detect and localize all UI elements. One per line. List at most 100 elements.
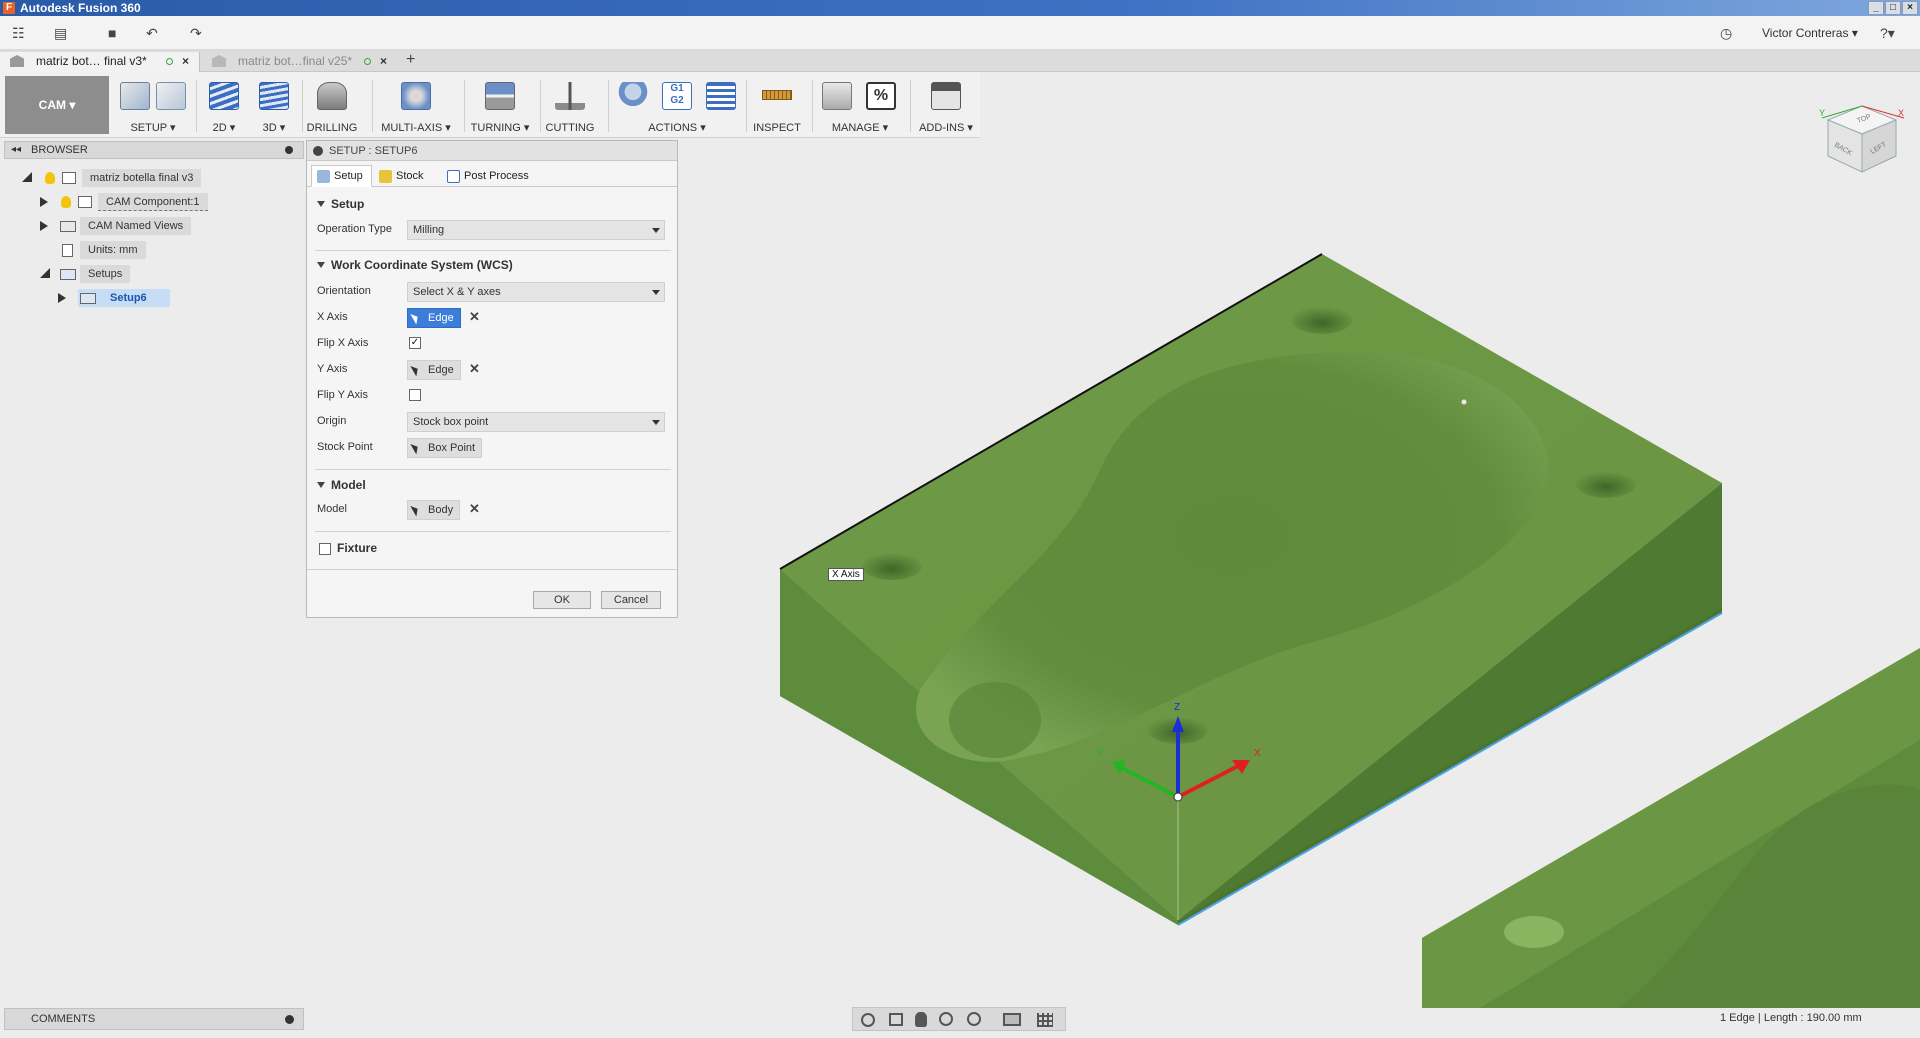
turning-menu[interactable]: TURNING ▾: [468, 121, 532, 134]
job-status-clock-icon[interactable]: ◷: [1720, 24, 1732, 42]
y-axis-selection-button[interactable]: Edge: [407, 360, 461, 380]
new-tab-button[interactable]: +: [406, 51, 415, 69]
3d-menu[interactable]: 3D ▾: [254, 121, 294, 134]
close-window-button[interactable]: ×: [1902, 1, 1918, 15]
multi-axis-group[interactable]: MULTI-AXIS ▾: [376, 76, 456, 136]
drilling-button[interactable]: DRILLING: [306, 122, 358, 134]
tab-post-process[interactable]: Post Process: [441, 165, 538, 187]
apps-grid-icon[interactable]: ☷: [12, 24, 25, 42]
measure-icon[interactable]: [762, 90, 792, 100]
collapse-browser-icon[interactable]: ◂◂: [11, 142, 21, 158]
tree-item-setup6[interactable]: Setup6: [56, 289, 256, 307]
x-axis-selection-button[interactable]: Edge: [407, 308, 461, 328]
zoom-window-icon[interactable]: [939, 1012, 953, 1026]
inspect-group[interactable]: INSPECT: [750, 76, 804, 136]
tool-library-icon[interactable]: [822, 82, 852, 110]
orientation-select[interactable]: Select X & Y axes: [407, 282, 665, 302]
operation-type-select[interactable]: Milling: [407, 220, 665, 240]
file-menu-icon[interactable]: ▤: [54, 24, 67, 42]
cutting-icon[interactable]: [555, 82, 585, 110]
setup-menu[interactable]: SETUP ▾: [114, 121, 192, 134]
comments-panel-header[interactable]: COMMENTS: [4, 1008, 304, 1030]
close-tab-icon[interactable]: ×: [380, 52, 387, 70]
setup-section-header[interactable]: Setup: [317, 197, 364, 211]
save-icon[interactable]: ■: [108, 24, 116, 42]
display-settings-icon[interactable]: [1003, 1013, 1021, 1026]
3d-group[interactable]: 3D ▾: [254, 76, 294, 136]
tree-item-setups[interactable]: Setups: [40, 265, 240, 283]
flip-x-axis-checkbox[interactable]: ✓: [409, 337, 421, 349]
post-library-icon[interactable]: %: [866, 82, 896, 110]
maximize-button[interactable]: □: [1885, 1, 1901, 15]
scripts-add-ins-icon[interactable]: [931, 82, 961, 110]
redo-icon[interactable]: ↷: [190, 24, 202, 42]
fixture-checkbox[interactable]: [319, 543, 331, 555]
actions-menu[interactable]: ACTIONS ▾: [612, 121, 742, 134]
2d-menu[interactable]: 2D ▾: [204, 121, 244, 134]
flip-y-axis-checkbox[interactable]: [409, 389, 421, 401]
ok-button[interactable]: OK: [533, 591, 591, 609]
clear-y-axis-icon[interactable]: ✕: [469, 361, 480, 377]
drilling-group[interactable]: DRILLING: [306, 76, 358, 136]
model-section-header[interactable]: Model: [317, 478, 366, 492]
browser-pin-icon[interactable]: [285, 146, 293, 154]
expand-triangle-icon[interactable]: [58, 293, 66, 303]
doc-tab-active[interactable]: matriz bot… final v3* ×: [0, 52, 200, 72]
expand-triangle-icon[interactable]: [40, 221, 48, 231]
inspect-button[interactable]: INSPECT: [750, 122, 804, 134]
manage-menu[interactable]: MANAGE ▾: [816, 121, 904, 134]
expand-triangle-icon[interactable]: [40, 197, 48, 207]
2d-group[interactable]: 2D ▾: [204, 76, 244, 136]
multi-axis-icon[interactable]: [401, 82, 431, 110]
cancel-button[interactable]: Cancel: [601, 591, 661, 609]
turning-group[interactable]: TURNING ▾: [468, 76, 532, 136]
minimize-button[interactable]: _: [1868, 1, 1884, 15]
tree-item-named-views[interactable]: CAM Named Views: [40, 217, 240, 235]
workspace-switcher[interactable]: CAM ▾: [5, 76, 109, 134]
setup-sheet-icon[interactable]: [706, 82, 736, 110]
setup-group[interactable]: SETUP ▾: [114, 76, 192, 136]
undo-icon[interactable]: ↶: [146, 24, 158, 42]
look-at-icon[interactable]: [889, 1013, 903, 1026]
origin-select[interactable]: Stock box point: [407, 412, 665, 432]
pan-icon[interactable]: [915, 1012, 927, 1027]
actions-group[interactable]: G1 G2 ACTIONS ▾: [612, 76, 742, 136]
add-ins-menu[interactable]: ADD-INS ▾: [914, 121, 978, 134]
2d-toolpath-icon[interactable]: [209, 82, 239, 110]
close-tab-icon[interactable]: ×: [182, 52, 189, 70]
orbit-icon[interactable]: [861, 1013, 875, 1027]
wcs-section-header[interactable]: Work Coordinate System (WCS): [317, 258, 513, 272]
3d-viewport-canvas[interactable]: Z X Y: [680, 138, 1920, 1008]
add-ins-group[interactable]: ADD-INS ▾: [914, 76, 978, 136]
tab-setup[interactable]: Setup: [311, 165, 372, 187]
grid-settings-icon[interactable]: [1037, 1013, 1053, 1027]
visibility-bulb-icon[interactable]: [61, 196, 71, 208]
origin-point[interactable]: [1173, 792, 1183, 802]
zoom-icon[interactable]: [967, 1012, 981, 1026]
add-comment-icon[interactable]: [285, 1015, 294, 1024]
multi-axis-menu[interactable]: MULTI-AXIS ▾: [376, 121, 456, 134]
3d-toolpath-icon[interactable]: [259, 82, 289, 110]
help-icon[interactable]: ?▾: [1880, 24, 1895, 42]
model-selection-button[interactable]: Body: [407, 500, 461, 520]
turning-icon[interactable]: [485, 82, 515, 110]
clear-model-icon[interactable]: ✕: [469, 501, 480, 517]
collapse-triangle-icon[interactable]: [40, 268, 50, 278]
tree-item-units[interactable]: Units: mm: [60, 241, 220, 259]
cutting-button[interactable]: CUTTING: [544, 122, 596, 134]
tab-stock[interactable]: Stock: [373, 165, 433, 187]
manage-group[interactable]: % MANAGE ▾: [816, 76, 904, 136]
collapse-dialog-icon[interactable]: [313, 146, 323, 156]
tree-item-root[interactable]: matriz botella final v3: [20, 169, 220, 187]
user-account-menu[interactable]: Victor Contreras ▾: [1762, 26, 1858, 40]
post-process-g1g2-icon[interactable]: G1 G2: [662, 82, 692, 110]
tree-item-cam-component[interactable]: CAM Component:1: [40, 193, 240, 211]
doc-tab-inactive[interactable]: matriz bot…final v25* ×: [202, 52, 398, 72]
new-setup-icon[interactable]: [120, 82, 150, 110]
visibility-bulb-icon[interactable]: [45, 172, 55, 184]
clear-x-axis-icon[interactable]: ✕: [469, 309, 480, 325]
stock-point-selection-button[interactable]: Box Point: [407, 438, 483, 458]
drill-icon[interactable]: [317, 82, 347, 110]
simulate-icon[interactable]: [618, 82, 648, 110]
folder-icon[interactable]: [156, 82, 186, 110]
